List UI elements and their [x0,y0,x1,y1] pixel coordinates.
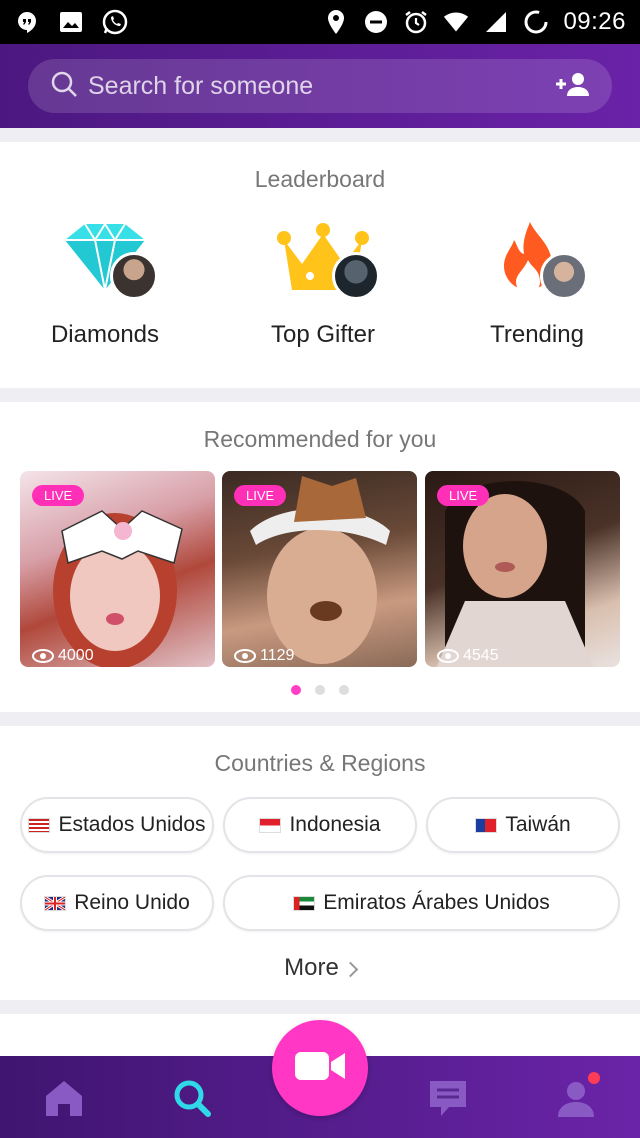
signal-icon [483,9,509,35]
chip-label: Estados Unidos [58,813,206,836]
live-badge: LIVE [234,485,287,506]
go-live-button[interactable] [272,1020,368,1116]
view-count: 4000 [32,647,94,665]
more-label: More [284,954,339,981]
diamond-icon [50,218,160,308]
dnd-icon [363,9,389,35]
uk-flag-icon [44,895,67,911]
avatar [540,252,588,300]
chip-label: Emiratos Árabes Unidos [323,891,550,914]
recommended-title: Recommended for you [203,426,437,452]
live-stream-card[interactable]: LIVE 4545 [425,471,620,667]
leaderboard-label: Top Gifter [270,321,376,348]
leaderboard-trending[interactable]: Trending [447,218,627,368]
carousel-dot[interactable] [315,685,325,695]
chip-label: Indonesia [289,813,381,836]
view-count-value: 4000 [58,647,94,664]
status-time: 09:26 [563,8,626,35]
country-chip-indonesia[interactable]: Indonesia [223,797,417,853]
ae-flag-icon [293,895,316,911]
country-chip-emiratos[interactable]: Emiratos Árabes Unidos [223,875,620,931]
leaderboard-label: Diamonds [50,321,160,348]
country-chip-reino-unido[interactable]: Reino Unido [20,875,214,931]
leaderboard-top-gifter[interactable]: Top Gifter [233,218,413,368]
notification-dot [588,1072,600,1084]
video-camera-icon [293,1049,347,1088]
search-input[interactable]: Search for someone [88,72,313,101]
view-count: 4545 [437,647,499,665]
whatsapp-icon [102,9,128,35]
location-icon [323,9,349,35]
view-count: 1129 [234,647,294,665]
eye-icon [234,649,256,663]
alarm-icon [403,9,429,35]
live-badge: LIVE [32,485,85,506]
chip-label: Reino Unido [74,891,190,914]
leaderboard-section: Leaderboard Diamonds Top Gifter Trending [0,142,640,388]
eye-icon [437,649,459,663]
search-icon[interactable] [170,1076,214,1120]
leaderboard-diamonds[interactable]: Diamonds [15,218,195,368]
more-countries-link[interactable]: More [0,954,640,982]
status-bar: 09:26 [0,0,640,44]
carousel-dot[interactable] [339,685,349,695]
chevron-right-icon [342,961,359,978]
id-flag-icon [259,817,282,833]
country-chip-taiwan[interactable]: Taiwán [426,797,620,853]
gallery-icon [58,9,84,35]
view-count-value: 1129 [260,647,295,664]
battery-icon [523,9,549,35]
leaderboard-title: Leaderboard [254,166,386,192]
countries-title: Countries & Regions [214,750,426,776]
chat-icon[interactable] [426,1076,470,1120]
home-icon[interactable] [42,1076,86,1120]
country-chip-estados-unidos[interactable]: Estados Unidos [20,797,214,853]
countries-section: Countries & Regions Estados Unidos Indon… [0,726,640,1000]
wifi-icon [443,9,469,35]
leaderboard-label: Trending [490,321,584,348]
view-count-value: 4545 [463,647,499,664]
hangouts-icon [14,9,40,35]
us-flag-icon [28,817,51,833]
carousel-dot[interactable] [291,685,301,695]
add-user-icon[interactable] [554,71,590,102]
tw-flag-icon [475,817,498,833]
header: Search for someone [0,44,640,128]
crown-icon [268,218,380,308]
profile-icon[interactable] [554,1072,600,1120]
flame-icon [482,218,592,308]
live-stream-card[interactable]: LIVE 1129 [222,471,417,667]
live-badge: LIVE [437,485,490,506]
search-icon [50,70,78,103]
search-bar[interactable]: Search for someone [28,59,612,113]
chip-label: Taiwán [505,813,571,836]
eye-icon [32,649,54,663]
avatar [110,252,158,300]
carousel-indicator[interactable] [0,685,640,695]
live-stream-card[interactable]: LIVE 4000 [20,471,215,667]
avatar [332,252,380,300]
